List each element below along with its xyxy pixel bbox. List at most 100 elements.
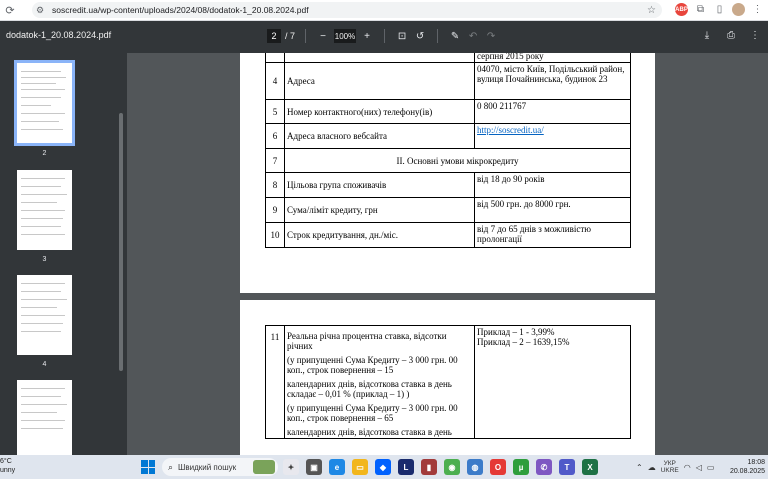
clock[interactable]: 18:08 20.08.2025 — [730, 458, 765, 476]
menu-icon[interactable]: ⋮ — [751, 3, 764, 16]
label-line: (у припущенні Сума Кредиту – 3 000 грн. … — [287, 355, 458, 375]
print-icon[interactable]: ⎙ — [724, 30, 738, 41]
thumbnail-page[interactable] — [17, 380, 72, 455]
label-line: календарних днів, відсоткова ставка в де… — [287, 427, 452, 437]
battery-icon[interactable]: ▭ — [707, 463, 715, 472]
file-explorer-icon[interactable]: ▭ — [352, 459, 368, 475]
thumbnail-page[interactable] — [17, 170, 72, 250]
zoom-in-icon[interactable]: + — [360, 31, 374, 42]
pinned-apps: ✦ ▣ e ▭ ◆ L ▮ ◉ ◍ O µ ✆ T X — [283, 459, 598, 475]
info-table: серпня 2015 року 4 Адреса 04070, місто К… — [265, 53, 631, 248]
viber-icon[interactable]: ✆ — [536, 459, 552, 475]
edge-icon[interactable]: e — [329, 459, 345, 475]
reload-icon[interactable]: ⟳ — [3, 3, 17, 17]
table-row: 4 Адреса 04070, місто Київ, Подільський … — [265, 62, 631, 100]
rotate-icon[interactable]: ↺ — [413, 31, 427, 42]
app-red-icon[interactable]: ▮ — [421, 459, 437, 475]
thumbnail-page[interactable] — [14, 60, 75, 146]
pdf-page: 11 Реальна річна процентна ставка, відсо… — [240, 300, 655, 455]
redo-icon[interactable]: ↷ — [484, 31, 498, 42]
row-value: від 500 грн. до 8000 грн. — [474, 197, 631, 223]
row-number: 11 — [265, 325, 285, 439]
document-viewer[interactable]: серпня 2015 року 4 Адреса 04070, місто К… — [127, 53, 768, 455]
excel-icon[interactable]: X — [582, 459, 598, 475]
row-value: 04070, місто Київ, Подільський район, ву… — [474, 62, 631, 100]
row-number: 10 — [265, 222, 285, 248]
row-label: Реальна річна процентна ставка, відсотки… — [284, 325, 475, 439]
thumbnail-label: 4 — [42, 361, 47, 368]
thumbnail-page[interactable] — [17, 275, 72, 355]
lang-bottom: UKRE — [660, 467, 679, 474]
thumbnail-sidebar: 2 3 4 — [0, 53, 127, 455]
page-number-input[interactable]: 2 — [267, 29, 281, 43]
value-line: Приклад – 2 – 1639,15% — [477, 337, 570, 347]
table-row: 5 Номер контактного(них) телефону(ів) 0 … — [265, 99, 631, 124]
label-line: календарних днів, відсоткова ставка в де… — [287, 379, 452, 399]
site-info-icon[interactable]: ⚙ — [36, 5, 48, 16]
label-line: Реальна річна процентна ставка, відсотки… — [287, 331, 447, 351]
chrome-icon[interactable]: ◉ — [444, 459, 460, 475]
divider — [305, 29, 307, 43]
clock-time: 18:08 — [747, 459, 765, 466]
row-value: Приклад – 1 - 3,99% Приклад – 2 – 1639,1… — [474, 325, 631, 439]
section-heading: II. Основні умови мікрокредиту — [284, 148, 631, 173]
address-bar[interactable]: ⚙ soscredit.ua/wp-content/uploads/2024/0… — [32, 2, 662, 18]
copilot-icon[interactable]: ✦ — [283, 459, 299, 475]
row-number: 4 — [265, 62, 285, 100]
clock-date: 20.08.2025 — [729, 468, 765, 475]
search-highlight-image — [253, 460, 275, 474]
extension-adblock-icon[interactable]: ABP — [675, 3, 688, 16]
download-icon[interactable]: ⤓ — [700, 30, 714, 41]
app-l-icon[interactable]: L — [398, 459, 414, 475]
cloud-icon[interactable]: ☁ — [648, 463, 656, 472]
opera-icon[interactable]: O — [490, 459, 506, 475]
taskbar: 6°C unny ⌕ Швидкий пошук ✦ ▣ e ▭ ◆ L ▮ ◉… — [0, 455, 768, 479]
fit-page-icon[interactable]: ⊡ — [395, 31, 409, 42]
row-value: 0 800 211767 — [474, 99, 631, 124]
utorrent-icon[interactable]: µ — [513, 459, 529, 475]
volume-icon[interactable]: ◁ — [696, 463, 702, 472]
rate-table: 11 Реальна річна процентна ставка, відсо… — [265, 325, 631, 439]
value-line: Приклад – 1 - 3,99% — [477, 327, 555, 337]
row-number: 7 — [265, 148, 285, 173]
weather-desc: unny — [0, 467, 16, 474]
thumbnail-label: 2 — [42, 150, 47, 157]
start-button[interactable] — [141, 460, 155, 474]
sidebar-scrollbar[interactable] — [119, 113, 123, 371]
more-icon[interactable]: ⋮ — [748, 30, 762, 41]
annotate-icon[interactable]: ✎ — [448, 31, 462, 42]
website-link[interactable]: http://soscredit.ua/ — [474, 123, 631, 149]
taskbar-search[interactable]: ⌕ Швидкий пошук — [162, 458, 278, 476]
language-indicator[interactable]: УКР UKRE — [661, 460, 679, 474]
label-line: (у припущенні Сума Кредиту – 3 000 грн. … — [287, 403, 458, 423]
profile-avatar[interactable] — [732, 3, 745, 16]
task-view-icon[interactable]: ▣ — [306, 459, 322, 475]
table-row: 8 Цільова група споживачів від 18 до 90 … — [265, 172, 631, 198]
row-label: Сума/ліміт кредиту, грн — [284, 197, 475, 223]
table-row: серпня 2015 року — [265, 53, 631, 63]
row-number: 8 — [265, 172, 285, 198]
row-value: від 18 до 90 років — [474, 172, 631, 198]
chevron-up-icon[interactable]: ⌃ — [636, 463, 643, 472]
cell-value: серпня 2015 року — [474, 53, 631, 63]
row-value: від 7 до 65 днів з можливістю пролонгаці… — [474, 222, 631, 248]
url-text[interactable]: soscredit.ua/wp-content/uploads/2024/08/… — [52, 5, 309, 15]
bookmark-star-icon[interactable]: ☆ — [647, 5, 656, 16]
extensions-icon[interactable]: ⧉ — [694, 3, 707, 16]
app-blue-icon[interactable]: ◍ — [467, 459, 483, 475]
table-row: 9 Сума/ліміт кредиту, грн від 500 грн. д… — [265, 197, 631, 223]
wifi-icon[interactable]: ◠ — [684, 463, 691, 472]
zoom-input[interactable]: 100% — [334, 29, 357, 43]
weather-widget[interactable]: 6°C unny — [0, 457, 15, 475]
table-row: 11 Реальна річна процентна ставка, відсо… — [265, 325, 631, 439]
undo-icon[interactable]: ↶ — [466, 31, 480, 42]
dropbox-icon[interactable]: ◆ — [375, 459, 391, 475]
sidepanel-icon[interactable]: ▯ — [713, 3, 726, 16]
search-icon: ⌕ — [168, 461, 174, 472]
row-label: Адреса власного вебсайта — [284, 123, 475, 149]
row-label: Цільова група споживачів — [284, 172, 475, 198]
zoom-out-icon[interactable]: − — [316, 31, 330, 42]
teams-icon[interactable]: T — [559, 459, 575, 475]
row-label: Строк кредитування, дн./міс. — [284, 222, 475, 248]
browser-toolbar: ⟳ ⚙ soscredit.ua/wp-content/uploads/2024… — [0, 0, 768, 21]
